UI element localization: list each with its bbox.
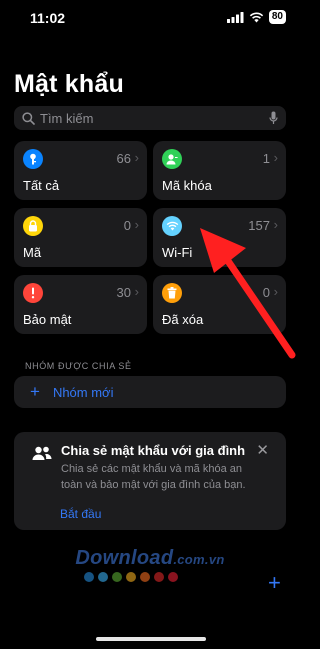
tile-count: 1	[262, 151, 270, 166]
watermark-dot	[84, 572, 94, 582]
status-icons: 80	[226, 10, 286, 24]
page-title: Mật khẩu	[14, 70, 124, 98]
watermark-logo: Download.com.vn	[30, 547, 270, 570]
wifi-status-icon	[249, 12, 264, 22]
tile-count: 66	[116, 151, 131, 166]
key-icon	[23, 149, 43, 169]
cellular-signal-icon	[226, 11, 244, 23]
microphone-icon[interactable]	[269, 111, 278, 125]
family-card-title: Chia sẻ mật khẩu với gia đình	[61, 443, 246, 458]
tile-count: 30	[116, 285, 131, 300]
home-indicator	[96, 637, 206, 641]
watermark-dot	[98, 572, 108, 582]
person-icon	[162, 149, 182, 169]
tile-label: Đã xóa	[162, 312, 204, 327]
family-sharing-card: Chia sẻ mật khẩu với gia đình Chia sẻ cá…	[14, 432, 286, 530]
search-placeholder: Tìm kiếm	[40, 110, 94, 126]
close-icon[interactable]: ✕	[256, 441, 269, 459]
tile-all[interactable]: 66 › Tất cả	[14, 141, 147, 200]
tile-count: 157	[248, 218, 270, 233]
tile-security[interactable]: 30 › Bảo mật	[14, 275, 147, 334]
chevron-right-icon: ›	[273, 150, 278, 165]
chevron-right-icon: ›	[134, 217, 139, 232]
watermark-dot	[140, 572, 150, 582]
tile-count: 0	[262, 285, 270, 300]
lock-icon	[23, 216, 43, 236]
trash-icon	[162, 283, 182, 303]
chevron-right-icon: ›	[134, 284, 139, 299]
watermark-dots	[84, 572, 178, 582]
search-input[interactable]: Tìm kiếm	[14, 106, 286, 130]
tile-label: Tất cả	[23, 178, 60, 193]
get-started-link[interactable]: Bắt đầu	[60, 507, 101, 521]
new-group-label: Nhóm mới	[52, 384, 114, 400]
chevron-right-icon: ›	[134, 150, 139, 165]
exclamation-icon	[23, 283, 43, 303]
tile-label: Mã khóa	[162, 178, 212, 193]
tile-wifi[interactable]: 157 › Wi-Fi	[153, 208, 286, 267]
chevron-right-icon: ›	[273, 217, 278, 232]
battery-indicator: 80	[268, 10, 286, 24]
new-group-button[interactable]: + Nhóm mới	[14, 376, 286, 408]
tile-label: Bảo mật	[23, 312, 72, 327]
watermark-dot	[112, 572, 122, 582]
plus-icon: +	[30, 382, 40, 401]
people-icon	[32, 446, 52, 460]
add-button[interactable]: +	[268, 570, 281, 596]
shared-groups-header: NHÓM ĐƯỢC CHIA SẺ	[25, 361, 132, 371]
tile-label: Mã	[23, 245, 42, 260]
family-card-description: Chia sẻ các mật khẩu và mã khóa an toàn …	[61, 463, 246, 491]
watermark-dot	[154, 572, 164, 582]
status-time: 11:02	[30, 10, 66, 26]
wifi-icon	[162, 216, 182, 236]
watermark-dot	[126, 572, 136, 582]
watermark-dot	[168, 572, 178, 582]
tile-count: 0	[123, 218, 131, 233]
tile-passkeys[interactable]: 1 › Mã khóa	[153, 141, 286, 200]
tile-codes[interactable]: 0 › Mã	[14, 208, 147, 267]
tile-label: Wi-Fi	[162, 245, 193, 260]
tile-deleted[interactable]: 0 › Đã xóa	[153, 275, 286, 334]
chevron-right-icon: ›	[273, 284, 278, 299]
watermark-brand: Download	[75, 547, 174, 569]
status-bar: 11:02 80	[0, 0, 300, 34]
watermark-domain: .com.vn	[173, 552, 225, 567]
search-icon	[22, 111, 35, 125]
